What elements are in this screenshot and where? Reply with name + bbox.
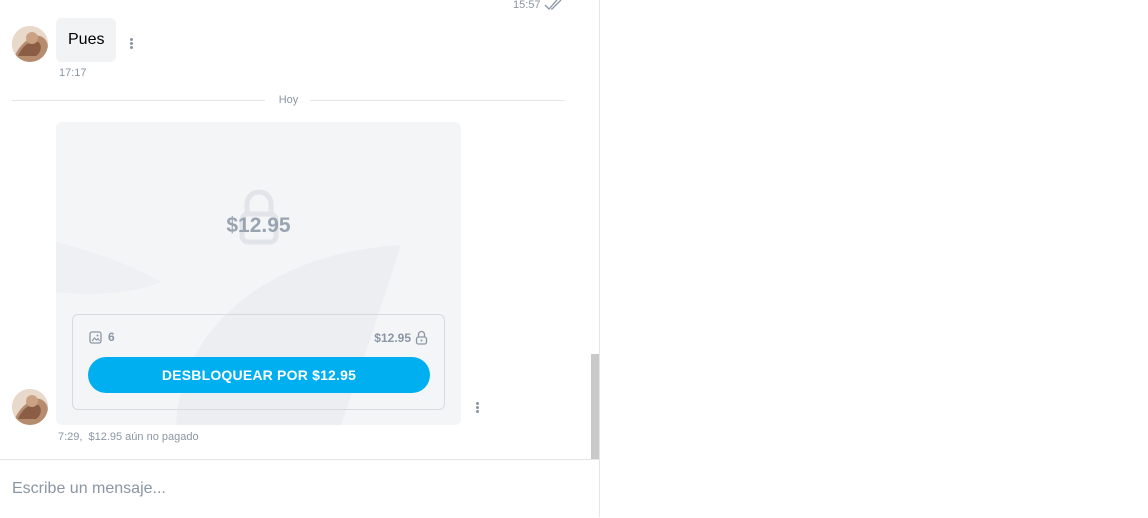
avatar[interactable] (12, 389, 48, 425)
locked-post-status: 7:29, $12.95 aún no pagado (58, 431, 199, 443)
post-price: $12.95 (374, 330, 428, 345)
unlock-button[interactable]: DESBLOQUEAR POR $12.95 (88, 357, 430, 393)
scrollbar-thumb[interactable] (591, 354, 599, 459)
more-vertical-icon[interactable] (474, 402, 480, 413)
double-check-icon (544, 0, 561, 10)
unlock-box: 6 $12.95 DESBLOQUEAR POR $12.95 (72, 314, 445, 410)
date-divider: Hoy (12, 93, 565, 107)
message-input[interactable] (0, 460, 599, 518)
sent-message-meta: 15:57 (513, 0, 564, 11)
media-count: 6 (89, 330, 115, 344)
message-time: 7:29, (58, 431, 83, 443)
post-price-value: $12.95 (374, 330, 411, 345)
image-icon (89, 330, 102, 344)
chat-panel: 15:57 Pues 17:17 Hoy $12.95 6 $12.95 DES… (0, 0, 600, 518)
message-bubble[interactable]: Pues (56, 18, 117, 62)
locked-price-overlay: $12.95 (226, 214, 291, 237)
lock-icon (415, 330, 428, 345)
message-time: 17:17 (59, 67, 87, 79)
message-composer (0, 459, 599, 518)
date-divider-label: Hoy (268, 94, 309, 106)
more-vertical-icon[interactable] (128, 38, 134, 49)
payment-status: $12.95 aún no pagado (88, 431, 199, 443)
message-text: Pues (68, 31, 105, 48)
locked-media-card: $12.95 6 $12.95 DESBLOQUEAR POR $12.95 (56, 122, 461, 425)
empty-right-panel (600, 0, 1148, 517)
avatar[interactable] (12, 26, 48, 62)
sent-time: 15:57 (513, 0, 541, 11)
media-count-value: 6 (108, 330, 115, 344)
